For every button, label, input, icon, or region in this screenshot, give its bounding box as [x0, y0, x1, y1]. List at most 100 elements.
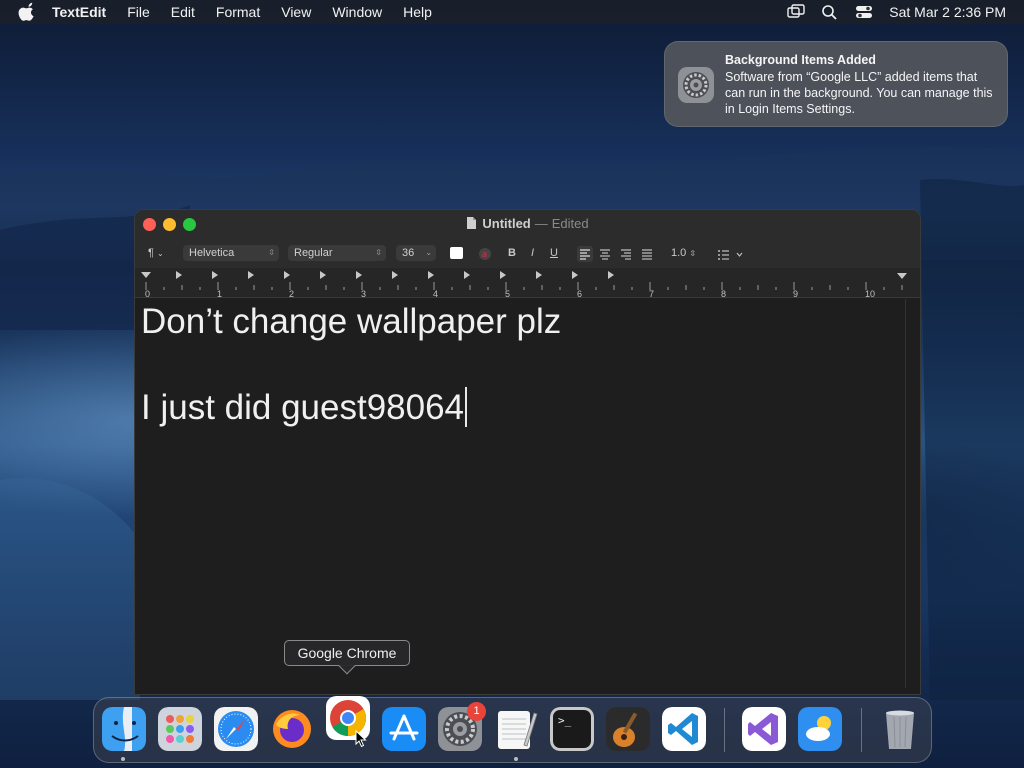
- tab-stop-marker: [176, 271, 182, 279]
- dock-app-store-icon[interactable]: [382, 707, 426, 751]
- underline-button[interactable]: U: [550, 245, 558, 261]
- dock-garageband-icon[interactable]: [606, 707, 650, 751]
- font-size-value: 36: [402, 247, 415, 259]
- paragraph-styles-button[interactable]: ¶ ⌄: [148, 245, 164, 261]
- tab-stop-marker: [392, 271, 398, 279]
- menu-help[interactable]: Help: [403, 4, 432, 20]
- title-separator: —: [534, 216, 548, 231]
- running-indicator: [121, 757, 125, 761]
- document-line-1: Don’t change wallpaper plz: [141, 302, 562, 341]
- notification-body: Software from “Google LLC” added items t…: [725, 70, 993, 116]
- dock-textedit-icon[interactable]: [494, 707, 538, 751]
- ruler-number: 6: [577, 289, 582, 298]
- notification-badge: 1: [467, 702, 486, 721]
- dock-terminal-icon[interactable]: >_: [550, 707, 594, 751]
- tab-stop-marker: [284, 271, 290, 279]
- dock-launchpad-icon[interactable]: [158, 707, 202, 751]
- mouse-pointer-icon: [355, 730, 367, 748]
- ruler-number: 2: [289, 289, 294, 298]
- document-text-area[interactable]: Don’t change wallpaper plz I just did gu…: [135, 299, 907, 688]
- document-status: Edited: [551, 216, 589, 231]
- updown-arrows-icon: ⇳: [689, 249, 697, 258]
- dock-separator: [724, 708, 725, 752]
- dock-vscode-icon[interactable]: [662, 707, 706, 751]
- left-indent-marker: [141, 272, 151, 278]
- ruler-number: 0: [145, 289, 150, 298]
- spotlight-search-icon[interactable]: [821, 4, 839, 20]
- bold-button[interactable]: B: [508, 245, 516, 261]
- screen-mirroring-icon[interactable]: [787, 4, 805, 20]
- align-right-icon[interactable]: [618, 246, 634, 262]
- italic-button[interactable]: I: [531, 245, 534, 261]
- tab-stop-marker: [356, 271, 362, 279]
- ruler-number: 3: [361, 289, 366, 298]
- document-icon: [467, 217, 477, 229]
- paragraph-icon: ¶: [148, 247, 154, 259]
- dock-trash-icon[interactable]: [878, 707, 922, 751]
- ruler-number: 9: [793, 289, 798, 298]
- control-center-icon[interactable]: [855, 4, 873, 20]
- document-line-2-text: I just did guest98064: [141, 388, 465, 427]
- dock-tooltip: Google Chrome: [284, 640, 410, 675]
- document-name: Untitled: [482, 216, 531, 231]
- menu-bar: TextEdit File Edit Format View Window He…: [0, 0, 1024, 24]
- align-left-icon[interactable]: [577, 246, 593, 262]
- font-size-select[interactable]: 36 ⌄: [396, 245, 436, 261]
- notification-banner[interactable]: Background Items Added Software from “Go…: [664, 41, 1008, 127]
- window-title: Untitled — Edited: [135, 216, 920, 231]
- tab-stop-marker: [212, 271, 218, 279]
- title-bar[interactable]: Untitled — Edited: [135, 210, 920, 238]
- align-center-icon[interactable]: [597, 246, 613, 262]
- right-margin-marker: [897, 273, 907, 279]
- tab-stop-marker: [608, 271, 614, 279]
- font-style-value: Regular: [294, 247, 333, 259]
- svg-text:a: a: [482, 249, 487, 259]
- text-caret: [465, 387, 467, 427]
- line-spacing-value: 1.0: [671, 247, 687, 259]
- font-family-select[interactable]: Helvetica ⇳: [183, 245, 279, 261]
- tab-stop-marker: [500, 271, 506, 279]
- menu-edit[interactable]: Edit: [171, 4, 195, 20]
- format-toolbar: ¶ ⌄ Helvetica ⇳ Regular ⇳ 36 ⌄ a B I U 1.0 …: [135, 238, 920, 268]
- notification-title: Background Items Added: [725, 53, 876, 67]
- menu-format[interactable]: Format: [216, 4, 260, 20]
- dock-firefox-icon[interactable]: [270, 707, 314, 751]
- ruler-number: 1: [217, 289, 222, 298]
- list-bullets-icon[interactable]: [717, 247, 743, 263]
- vertical-scrollbar[interactable]: [905, 299, 920, 688]
- tab-stop-marker: [248, 271, 254, 279]
- highlight-color-icon[interactable]: a: [478, 246, 492, 262]
- updown-arrows-icon: ⇳: [268, 248, 275, 257]
- ruler-number: 8: [721, 289, 726, 298]
- tab-stop-marker: [428, 271, 434, 279]
- ruler[interactable]: 0 1 2 3 4 5 6 7 8 9 10: [135, 268, 920, 298]
- text-color-well[interactable]: [450, 247, 463, 259]
- dock-separator: [861, 708, 862, 752]
- line-spacing-button[interactable]: 1.0 ⇳: [671, 245, 696, 261]
- apple-menu-icon[interactable]: [18, 2, 38, 22]
- tab-stop-marker: [464, 271, 470, 279]
- textedit-window: Untitled — Edited ¶ ⌄ Helvetica ⇳ Regular ⇳ …: [134, 209, 921, 695]
- dock-safari-icon[interactable]: [214, 707, 258, 751]
- menu-app-name[interactable]: TextEdit: [52, 4, 106, 20]
- justify-icon[interactable]: [639, 246, 655, 262]
- menu-clock[interactable]: Sat Mar 2 2:36 PM: [889, 4, 1006, 20]
- font-style-select[interactable]: Regular ⇳: [288, 245, 386, 261]
- menu-view[interactable]: View: [281, 4, 311, 20]
- chevron-down-icon: ⌄: [425, 248, 432, 257]
- updown-arrows-icon: ⇳: [375, 248, 382, 257]
- tab-stop-marker: [572, 271, 578, 279]
- tab-stop-marker: [320, 271, 326, 279]
- running-indicator: [514, 757, 518, 761]
- menu-window[interactable]: Window: [332, 4, 382, 20]
- ruler-number: 7: [649, 289, 654, 298]
- font-family-value: Helvetica: [189, 247, 235, 259]
- ruler-number: 4: [433, 289, 438, 298]
- system-settings-icon: [678, 67, 714, 103]
- menu-file[interactable]: File: [127, 4, 150, 20]
- ruler-scale: 0 1 2 3 4 5 6 7 8 9 10: [141, 271, 907, 298]
- dock-weather-icon[interactable]: [798, 707, 842, 751]
- dock-visual-studio-icon[interactable]: [742, 707, 786, 751]
- dock: >_: [93, 696, 932, 763]
- dock-finder-icon[interactable]: [102, 707, 146, 751]
